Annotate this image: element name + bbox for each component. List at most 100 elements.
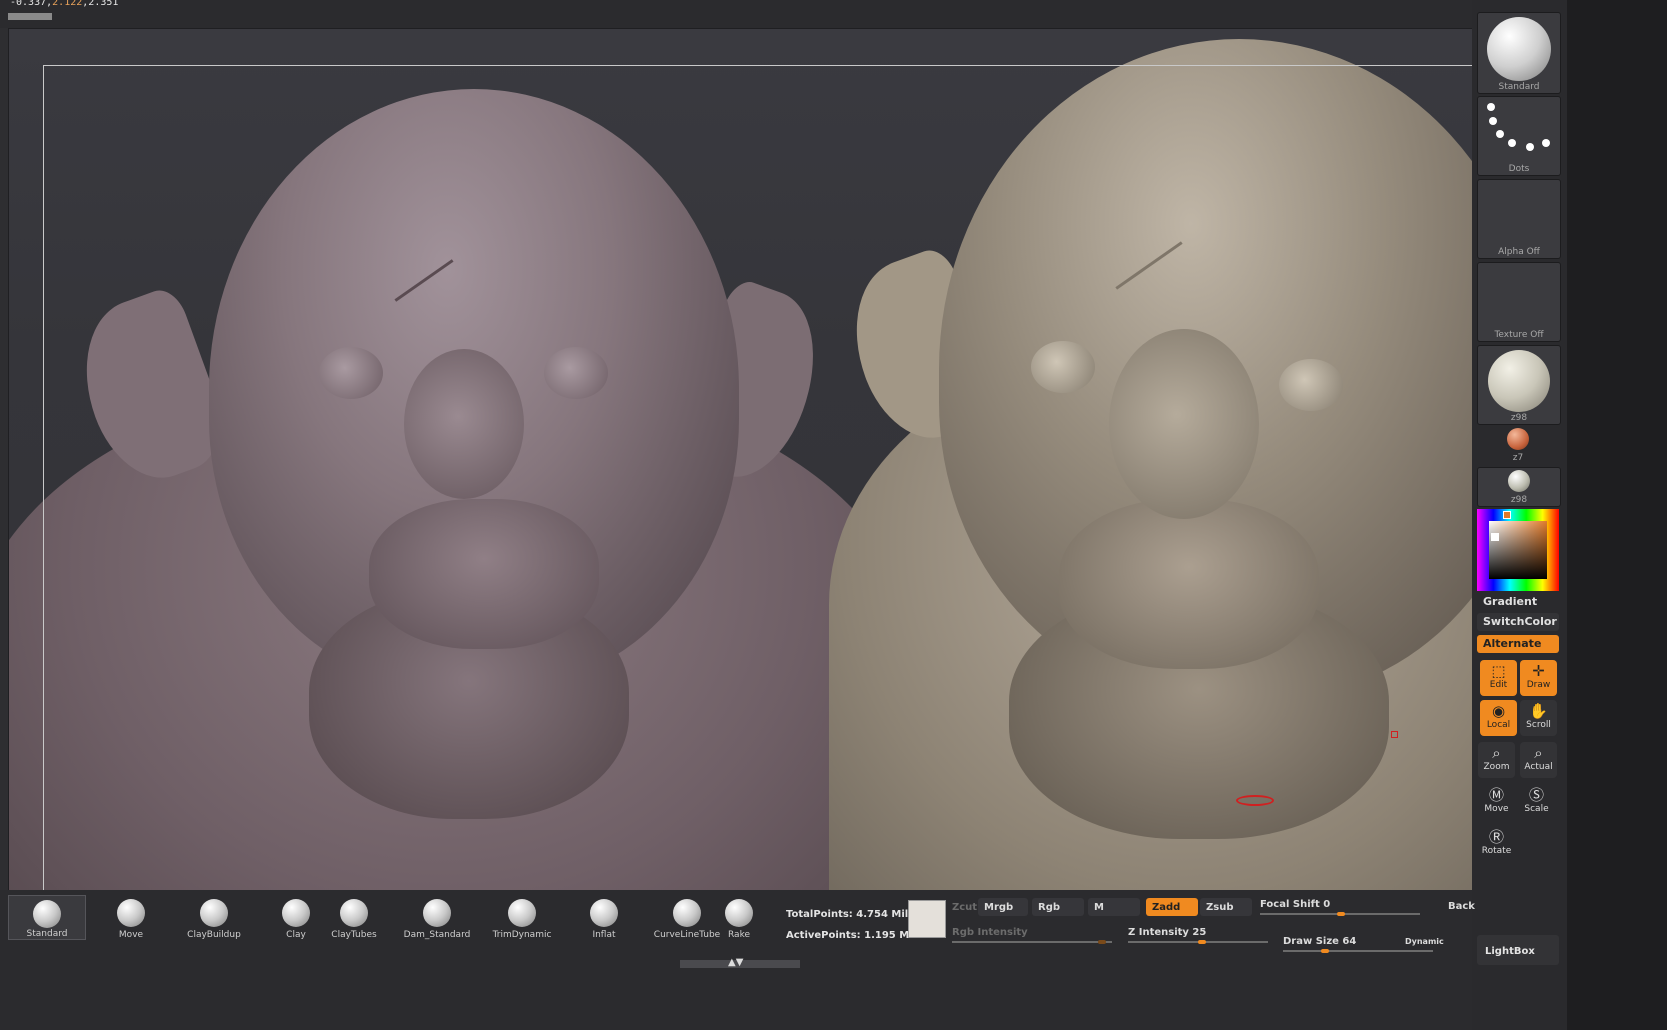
scroll-button[interactable]: ✋ Scroll [1520, 700, 1557, 736]
rgb-intensity-knob[interactable] [1098, 940, 1106, 944]
right-edge [1567, 0, 1667, 1030]
color-picker[interactable] [1477, 509, 1559, 591]
expand-arrow-icon[interactable]: ▲▼ [728, 957, 743, 968]
zcut-toggle[interactable]: Zcut [952, 902, 977, 913]
brush-claybuildup[interactable]: ClayBuildup [175, 895, 253, 940]
brush-label: TrimDynamic [492, 930, 552, 940]
brush-cursor [1236, 795, 1274, 806]
material-tile-label: z7 [1512, 453, 1524, 463]
actual-label: Actual [1524, 762, 1553, 772]
focal-shift-knob[interactable] [1337, 912, 1345, 916]
material-sphere-icon [1508, 470, 1530, 492]
dynamic-toggle[interactable]: Dynamic [1405, 937, 1444, 946]
brush-dam-standard[interactable]: Dam_Standard [398, 895, 476, 940]
brush-ball-icon [340, 899, 368, 927]
total-points: TotalPoints: 4.754 Mil [786, 909, 909, 920]
zoom-button[interactable]: ⌕ Zoom [1478, 742, 1515, 778]
edit-button[interactable]: ⬚ Edit [1480, 660, 1517, 696]
brush-label: Rake [728, 930, 750, 940]
brush-ball-icon [725, 899, 753, 927]
stroke-tile[interactable]: Dots [1477, 96, 1561, 176]
material-tile[interactable]: z98 [1477, 345, 1561, 425]
brush-label: Inflat [592, 930, 616, 940]
color-swatch[interactable] [908, 900, 946, 938]
draw-icon: ✛ [1532, 662, 1545, 680]
color-marker[interactable] [1491, 533, 1499, 541]
brush-ball-icon [508, 899, 536, 927]
draw-label: Draw [1526, 680, 1551, 690]
brush-tile[interactable]: Standard [1477, 12, 1561, 94]
dot-icon [1542, 139, 1550, 147]
texture-tile[interactable]: Texture Off [1477, 262, 1561, 342]
viewport-canvas[interactable] [8, 28, 1563, 947]
dot-icon [1508, 139, 1516, 147]
edit-label: Edit [1489, 680, 1508, 690]
z-intensity-label: Z Intensity 25 [1128, 927, 1207, 938]
move-icon: Ⓜ [1488, 786, 1504, 804]
active-points: ActivePoints: 1.195 Mil [786, 930, 917, 941]
move-label: Move [1484, 804, 1509, 814]
draw-size-label: Draw Size 64 [1283, 936, 1357, 947]
move-button[interactable]: Ⓜ Move [1478, 784, 1515, 820]
draw-size-slider[interactable] [1283, 950, 1433, 952]
z-intensity-knob[interactable] [1198, 940, 1206, 944]
rgb-intensity-label: Rgb Intensity [952, 927, 1028, 938]
scroll-label: Scroll [1526, 720, 1551, 730]
gradient-button[interactable]: Gradient [1477, 593, 1559, 611]
draw-button[interactable]: ✛ Draw [1520, 660, 1557, 696]
rgb-intensity-slider[interactable] [952, 941, 1112, 943]
stroke-tile-label: Dots [1508, 164, 1530, 174]
brush-move[interactable]: Move [92, 895, 170, 940]
dot-icon [1487, 103, 1495, 111]
material-sphere-icon [1507, 428, 1529, 450]
switchcolor-button[interactable]: SwitchColor [1477, 613, 1559, 631]
magnifier-icon: ⌕ [1534, 744, 1543, 762]
actual-button[interactable]: ⌕ Actual [1520, 742, 1557, 778]
focal-shift-label: Focal Shift 0 [1260, 899, 1331, 910]
material-sphere-icon [1488, 350, 1550, 412]
alpha-tile[interactable]: Alpha Off [1477, 179, 1561, 259]
coordinate-readout: -0.337,2.122,2.351 [10, 0, 119, 8]
zadd-label: Zadd [1152, 902, 1181, 913]
top-slider[interactable] [8, 13, 52, 20]
brush-ball-icon [200, 899, 228, 927]
brush-ball-icon [423, 899, 451, 927]
alpha-tile-label: Alpha Off [1498, 247, 1540, 257]
zoom-label: Zoom [1483, 762, 1510, 772]
brush-label: Dam_Standard [403, 930, 471, 940]
brush-claytubes[interactable]: ClayTubes [315, 895, 393, 940]
scale-icon: Ⓢ [1528, 786, 1544, 804]
m-label: M [1094, 902, 1104, 913]
material-tile-label: z98 [1510, 495, 1528, 505]
alternate-button[interactable]: Alternate [1477, 635, 1559, 653]
brush-standard[interactable]: Standard [8, 895, 86, 940]
brush-rake[interactable]: Rake [700, 895, 778, 940]
dot-icon [1526, 143, 1534, 151]
lightbox-button[interactable]: LightBox [1477, 935, 1559, 965]
color-marker[interactable] [1503, 511, 1511, 519]
scale-label: Scale [1524, 804, 1549, 814]
scale-button[interactable]: Ⓢ Scale [1518, 784, 1555, 820]
back-button[interactable]: Back [1448, 901, 1475, 912]
rgb-label: Rgb [1038, 902, 1061, 913]
local-button[interactable]: ◉ Local [1480, 700, 1517, 736]
brush-icon [1487, 17, 1551, 81]
material-tile-3[interactable]: z98 [1477, 467, 1561, 507]
brush-label: Standard [26, 929, 68, 939]
local-icon: ◉ [1491, 702, 1506, 720]
brush-label: ClayTubes [331, 930, 377, 940]
hand-icon: ✋ [1529, 702, 1548, 720]
material-tile-2[interactable]: z7 [1477, 426, 1559, 464]
rotate-button[interactable]: Ⓡ Rotate [1478, 826, 1515, 862]
brush-inflat[interactable]: Inflat [565, 895, 643, 940]
color-picker-square[interactable] [1489, 521, 1547, 579]
draw-size-knob[interactable] [1321, 949, 1329, 953]
material-tile-label: z98 [1510, 413, 1528, 423]
brush-ball-icon [282, 899, 310, 927]
edit-icon: ⬚ [1491, 662, 1506, 680]
brush-trimdynamic[interactable]: TrimDynamic [483, 895, 561, 940]
dot-icon [1489, 117, 1497, 125]
dot-icon [1496, 130, 1504, 138]
marker [1391, 731, 1398, 738]
rotate-label: Rotate [1481, 846, 1512, 856]
